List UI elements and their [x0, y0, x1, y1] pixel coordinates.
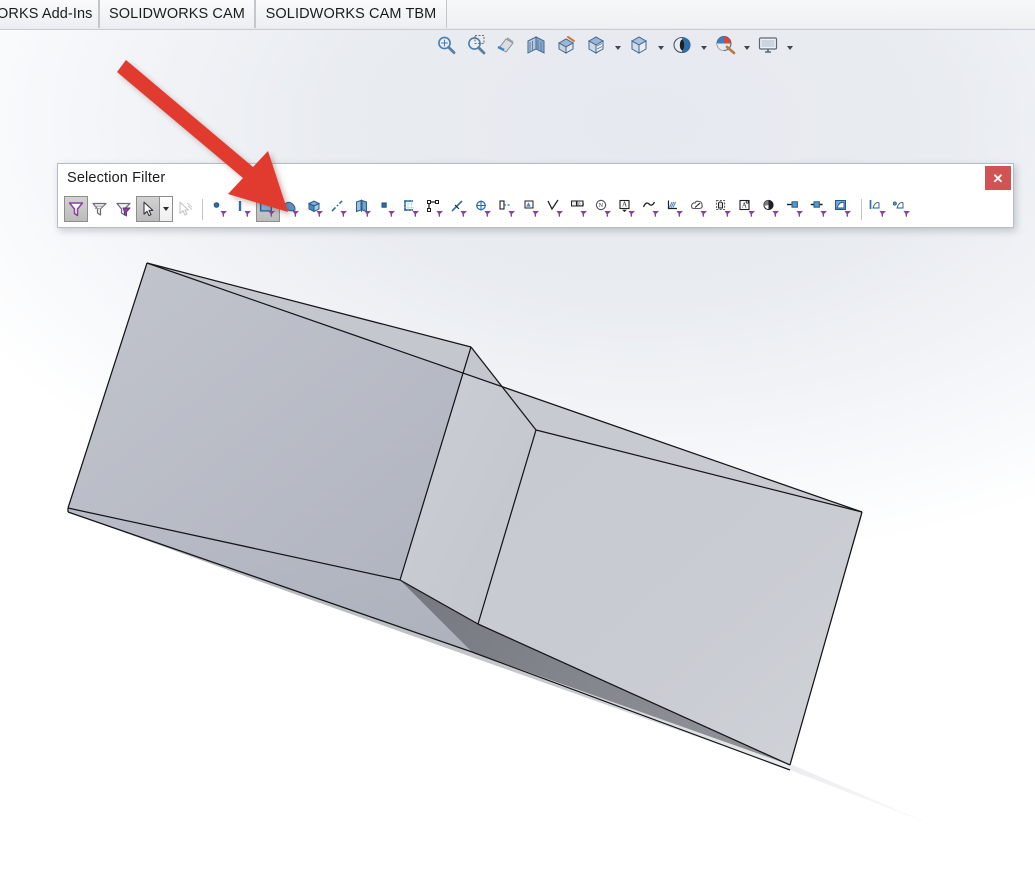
filter-center-marks-icon[interactable]	[448, 196, 472, 222]
edit-appearance-icon[interactable]	[668, 31, 696, 59]
svg-text:A: A	[622, 201, 627, 209]
zoom-to-area-icon[interactable]	[462, 31, 490, 59]
filter-surface-bodies-icon[interactable]	[280, 196, 304, 222]
filter-weld-beads-icon[interactable]	[664, 196, 688, 222]
filter-weld-symbols-icon[interactable]: 0.3	[568, 196, 592, 222]
ribbon-tab-strip: ORKS Add-Ins SOLIDWORKS CAM SOLIDWORKS C…	[0, 0, 1035, 30]
previous-view-icon[interactable]	[492, 31, 520, 59]
filter-center-of-mass-icon[interactable]: A	[736, 196, 760, 222]
filter-surface-finish-icon[interactable]	[544, 196, 568, 222]
select-graphics-area-icon	[173, 196, 197, 222]
filter-faces-icon[interactable]	[256, 196, 280, 222]
graphics-viewport[interactable]	[0, 0, 1035, 869]
filter-vertices-icon[interactable]	[208, 196, 232, 222]
filter-route-sweep-icon[interactable]	[808, 196, 832, 222]
hide-show-items-icon[interactable]	[625, 31, 653, 59]
apply-scene-caret-icon[interactable]	[741, 31, 752, 59]
filter-toggle-icon[interactable]	[64, 196, 88, 222]
heads-up-view-toolbar	[432, 30, 795, 60]
zoom-to-fit-icon[interactable]	[432, 31, 460, 59]
select-dropdown-caret-icon[interactable]	[160, 196, 173, 222]
tab-solidworks-cam-tbm[interactable]: SOLIDWORKS CAM TBM	[255, 0, 447, 28]
svg-text:0.3: 0.3	[578, 201, 585, 206]
filter-revision-clouds-icon[interactable]	[688, 196, 712, 222]
display-style-icon[interactable]	[582, 31, 610, 59]
filter-connection-point-icon[interactable]	[760, 196, 784, 222]
filter-balloons-icon[interactable]: N	[592, 196, 616, 222]
edit-appearance-caret-icon[interactable]	[698, 31, 709, 59]
selection-filter-dialog[interactable]: Selection Filter ✕ 0.3 N A A	[57, 163, 1014, 228]
filter-tube-icon[interactable]	[867, 196, 891, 222]
filter-route-sweep-2-icon[interactable]	[891, 196, 915, 222]
select-cursor-icon[interactable]	[136, 196, 160, 222]
view-orientation-icon[interactable]	[552, 31, 580, 59]
filter-blocks-icon[interactable]	[712, 196, 736, 222]
selection-filter-title: Selection Filter	[67, 170, 166, 186]
selection-filter-toolbar: 0.3 N A A	[64, 194, 915, 224]
filter-planes-icon[interactable]	[352, 196, 376, 222]
filter-piping-icon[interactable]	[832, 196, 856, 222]
tab-solidworks-add-ins[interactable]: ORKS Add-Ins	[0, 0, 99, 28]
view-settings-icon[interactable]	[754, 31, 782, 59]
filter-dimensions-icon[interactable]	[472, 196, 496, 222]
view-settings-caret-icon[interactable]	[784, 31, 795, 59]
model-render[interactable]	[0, 0, 1035, 869]
filter-edges-icon[interactable]	[232, 196, 256, 222]
invert-selection-icon[interactable]	[112, 196, 136, 222]
svg-text:N: N	[599, 203, 604, 209]
filter-sketch-segments-icon[interactable]	[400, 196, 424, 222]
tab-solidworks-cam[interactable]: SOLIDWORKS CAM	[99, 0, 255, 28]
section-view-icon[interactable]	[522, 31, 550, 59]
toolbar-separator	[202, 198, 203, 220]
solidworks-window: ORKS Add-Ins SOLIDWORKS CAM SOLIDWORKS C…	[0, 0, 1035, 869]
toolbar-separator-2	[861, 198, 862, 220]
filter-sketch-points-icon[interactable]	[376, 196, 400, 222]
clear-all-filters-icon[interactable]	[88, 196, 112, 222]
hide-show-caret-icon[interactable]	[655, 31, 666, 59]
tab-strip-filler	[447, 0, 1035, 28]
filter-axes-icon[interactable]	[328, 196, 352, 222]
apply-scene-icon[interactable]	[711, 31, 739, 59]
filter-solid-bodies-icon[interactable]	[304, 196, 328, 222]
filter-midpoints-icon[interactable]	[424, 196, 448, 222]
filter-feature-control-icon[interactable]	[520, 196, 544, 222]
filter-datums-icon[interactable]	[496, 196, 520, 222]
display-style-caret-icon[interactable]	[612, 31, 623, 59]
close-icon[interactable]: ✕	[985, 166, 1011, 190]
filter-route-point-icon[interactable]	[784, 196, 808, 222]
filter-notes-icon[interactable]: A	[616, 196, 640, 222]
filter-cosmetic-threads-icon[interactable]	[640, 196, 664, 222]
